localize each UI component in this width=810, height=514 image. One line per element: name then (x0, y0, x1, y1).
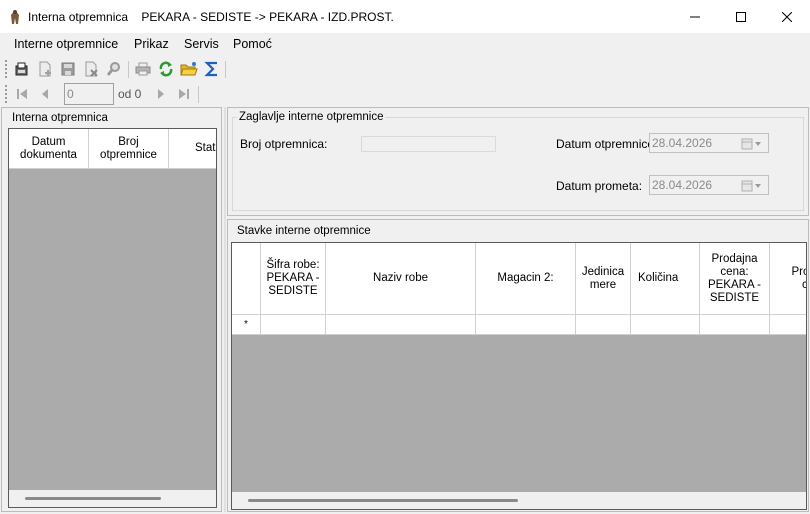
column-header-prodajna-cena[interactable]: Prodajna cena (770, 243, 806, 315)
calendar-dropdown-icon[interactable] (741, 137, 765, 150)
scrollbar-thumb[interactable] (25, 497, 161, 500)
print-button[interactable] (133, 59, 153, 79)
first-record-icon (17, 89, 27, 99)
window-title: Interna otpremnica PEKARA - SEDISTE -> P… (28, 10, 394, 24)
datum-prometa-picker[interactable]: 28.04.2026 (649, 175, 769, 195)
last-record-icon (179, 89, 189, 99)
maximize-icon (736, 11, 746, 22)
broj-otpremnice-field[interactable] (361, 136, 496, 152)
column-header-kolicina[interactable]: Količina (631, 243, 700, 315)
otpremnica-items-grid[interactable]: Šifra robe: PEKARA - SEDISTE Naziv robe … (231, 242, 807, 510)
save-button[interactable] (58, 59, 78, 79)
datum-otpremnice-picker[interactable]: 28.04.2026 (649, 133, 769, 153)
menu-interne-otpremnice[interactable]: Interne otpremnice (14, 37, 118, 51)
delete-icon (85, 61, 98, 77)
sum-icon (204, 61, 217, 77)
menu-servis[interactable]: Servis (184, 37, 219, 51)
last-record-button[interactable] (174, 84, 194, 104)
add-item-icon (39, 61, 51, 77)
otpremnica-list-title: Interna otpremnica (10, 112, 110, 124)
open-folder-icon (180, 62, 198, 76)
calendar-dropdown-icon[interactable] (741, 179, 765, 192)
new-row-cell[interactable] (770, 315, 806, 335)
close-icon (782, 11, 792, 22)
record-position-input[interactable]: 0 (64, 83, 114, 105)
otpremnica-items-panel: Stavke interne otpremnice Šifra robe: PE… (227, 219, 809, 512)
record-count-label: od 0 (118, 87, 142, 101)
otpremnica-list-grid[interactable]: Datum dokumenta Broj otpremnice Status (8, 128, 217, 508)
main-toolbar (0, 57, 810, 82)
new-row-cell[interactable] (576, 315, 631, 335)
new-row-cell[interactable] (326, 315, 476, 335)
row-header-corner (232, 243, 261, 315)
column-header-datum-dokumenta[interactable]: Datum dokumenta (9, 129, 89, 169)
menu-prikaz[interactable]: Prikaz (134, 37, 169, 51)
datum-otpremnice-value: 28.04.2026 (652, 136, 713, 150)
new-row-cell[interactable] (700, 315, 770, 335)
next-record-button[interactable] (151, 84, 171, 104)
maximize-button[interactable] (718, 0, 764, 33)
next-record-icon (158, 89, 164, 99)
otpremnica-list-panel: Interna otpremnica Datum dokumenta Broj … (1, 107, 222, 512)
otpremnica-items-title: Stavke interne otpremnice (235, 225, 373, 237)
toolbar-separator (198, 86, 199, 103)
title-bar: Interna otpremnica PEKARA - SEDISTE -> P… (0, 0, 810, 33)
column-header-jedinica-mere[interactable]: Jedinica mere (576, 243, 631, 315)
record-navigator: 0 od 0 (0, 82, 222, 106)
search-icon (106, 62, 120, 76)
column-header-status[interactable]: Status (169, 129, 216, 169)
minimize-button[interactable] (672, 0, 718, 33)
refresh-button[interactable] (156, 59, 176, 79)
otpremnica-list-header: Datum dokumenta Broj otpremnice Status (9, 129, 216, 169)
broj-otpremnice-label: Broj otpremnica: (240, 137, 328, 151)
new-document-icon (15, 62, 28, 76)
first-record-button[interactable] (12, 84, 32, 104)
column-header-broj-otpremnice[interactable]: Broj otpremnice (89, 129, 169, 169)
refresh-icon (159, 61, 173, 77)
column-header-naziv-robe[interactable]: Naziv robe (326, 243, 476, 315)
navigator-grip[interactable] (5, 85, 7, 103)
otpremnica-list-horizontal-scrollbar[interactable] (9, 490, 216, 507)
items-horizontal-scrollbar[interactable] (232, 492, 806, 509)
menu-pomoc[interactable]: Pomoć (233, 37, 272, 51)
toolbar-grip[interactable] (5, 60, 7, 78)
app-icon (11, 10, 19, 24)
search-button[interactable] (104, 59, 124, 79)
datum-prometa-value: 28.04.2026 (652, 178, 713, 192)
add-item-button[interactable] (35, 59, 55, 79)
items-grid-header: Šifra robe: PEKARA - SEDISTE Naziv robe … (232, 243, 806, 315)
new-row[interactable]: * (232, 315, 806, 335)
column-header-sifra-robe[interactable]: Šifra robe: PEKARA - SEDISTE (261, 243, 326, 315)
close-button[interactable] (764, 0, 810, 33)
scrollbar-thumb[interactable] (248, 499, 518, 502)
sum-button[interactable] (202, 59, 222, 79)
datum-prometa-label: Datum prometa: (556, 179, 643, 193)
delete-button[interactable] (81, 59, 101, 79)
otpremnica-header-title: Zaglavlje interne otpremnice (237, 111, 386, 123)
column-header-magacin[interactable]: Magacin 2: (476, 243, 576, 315)
toolbar-separator (128, 61, 129, 78)
column-header-prodajna-cena-sediste[interactable]: Prodajna cena: PEKARA - SEDISTE (700, 243, 770, 315)
new-row-cell[interactable] (261, 315, 326, 335)
otpremnica-header-panel: Zaglavlje interne otpremnice Broj otprem… (227, 107, 809, 216)
new-row-cell[interactable] (631, 315, 700, 335)
panel-splitter[interactable] (224, 107, 226, 512)
toolbar-separator (225, 61, 226, 78)
menu-bar: Interne otpremnice Prikaz Servis Pomoć (0, 33, 810, 57)
open-folder-button[interactable] (179, 59, 199, 79)
otpremnica-header-group: Zaglavlje interne otpremnice Broj otprem… (232, 111, 804, 211)
new-row-cell[interactable] (476, 315, 576, 335)
previous-record-icon (42, 89, 48, 99)
new-document-button[interactable] (12, 59, 32, 79)
minimize-icon (690, 16, 700, 17)
print-icon (135, 62, 151, 76)
previous-record-button[interactable] (35, 84, 55, 104)
datum-otpremnice-label: Datum otpremnice: (556, 137, 658, 151)
save-icon (61, 62, 75, 76)
new-row-marker-icon: * (232, 315, 261, 335)
